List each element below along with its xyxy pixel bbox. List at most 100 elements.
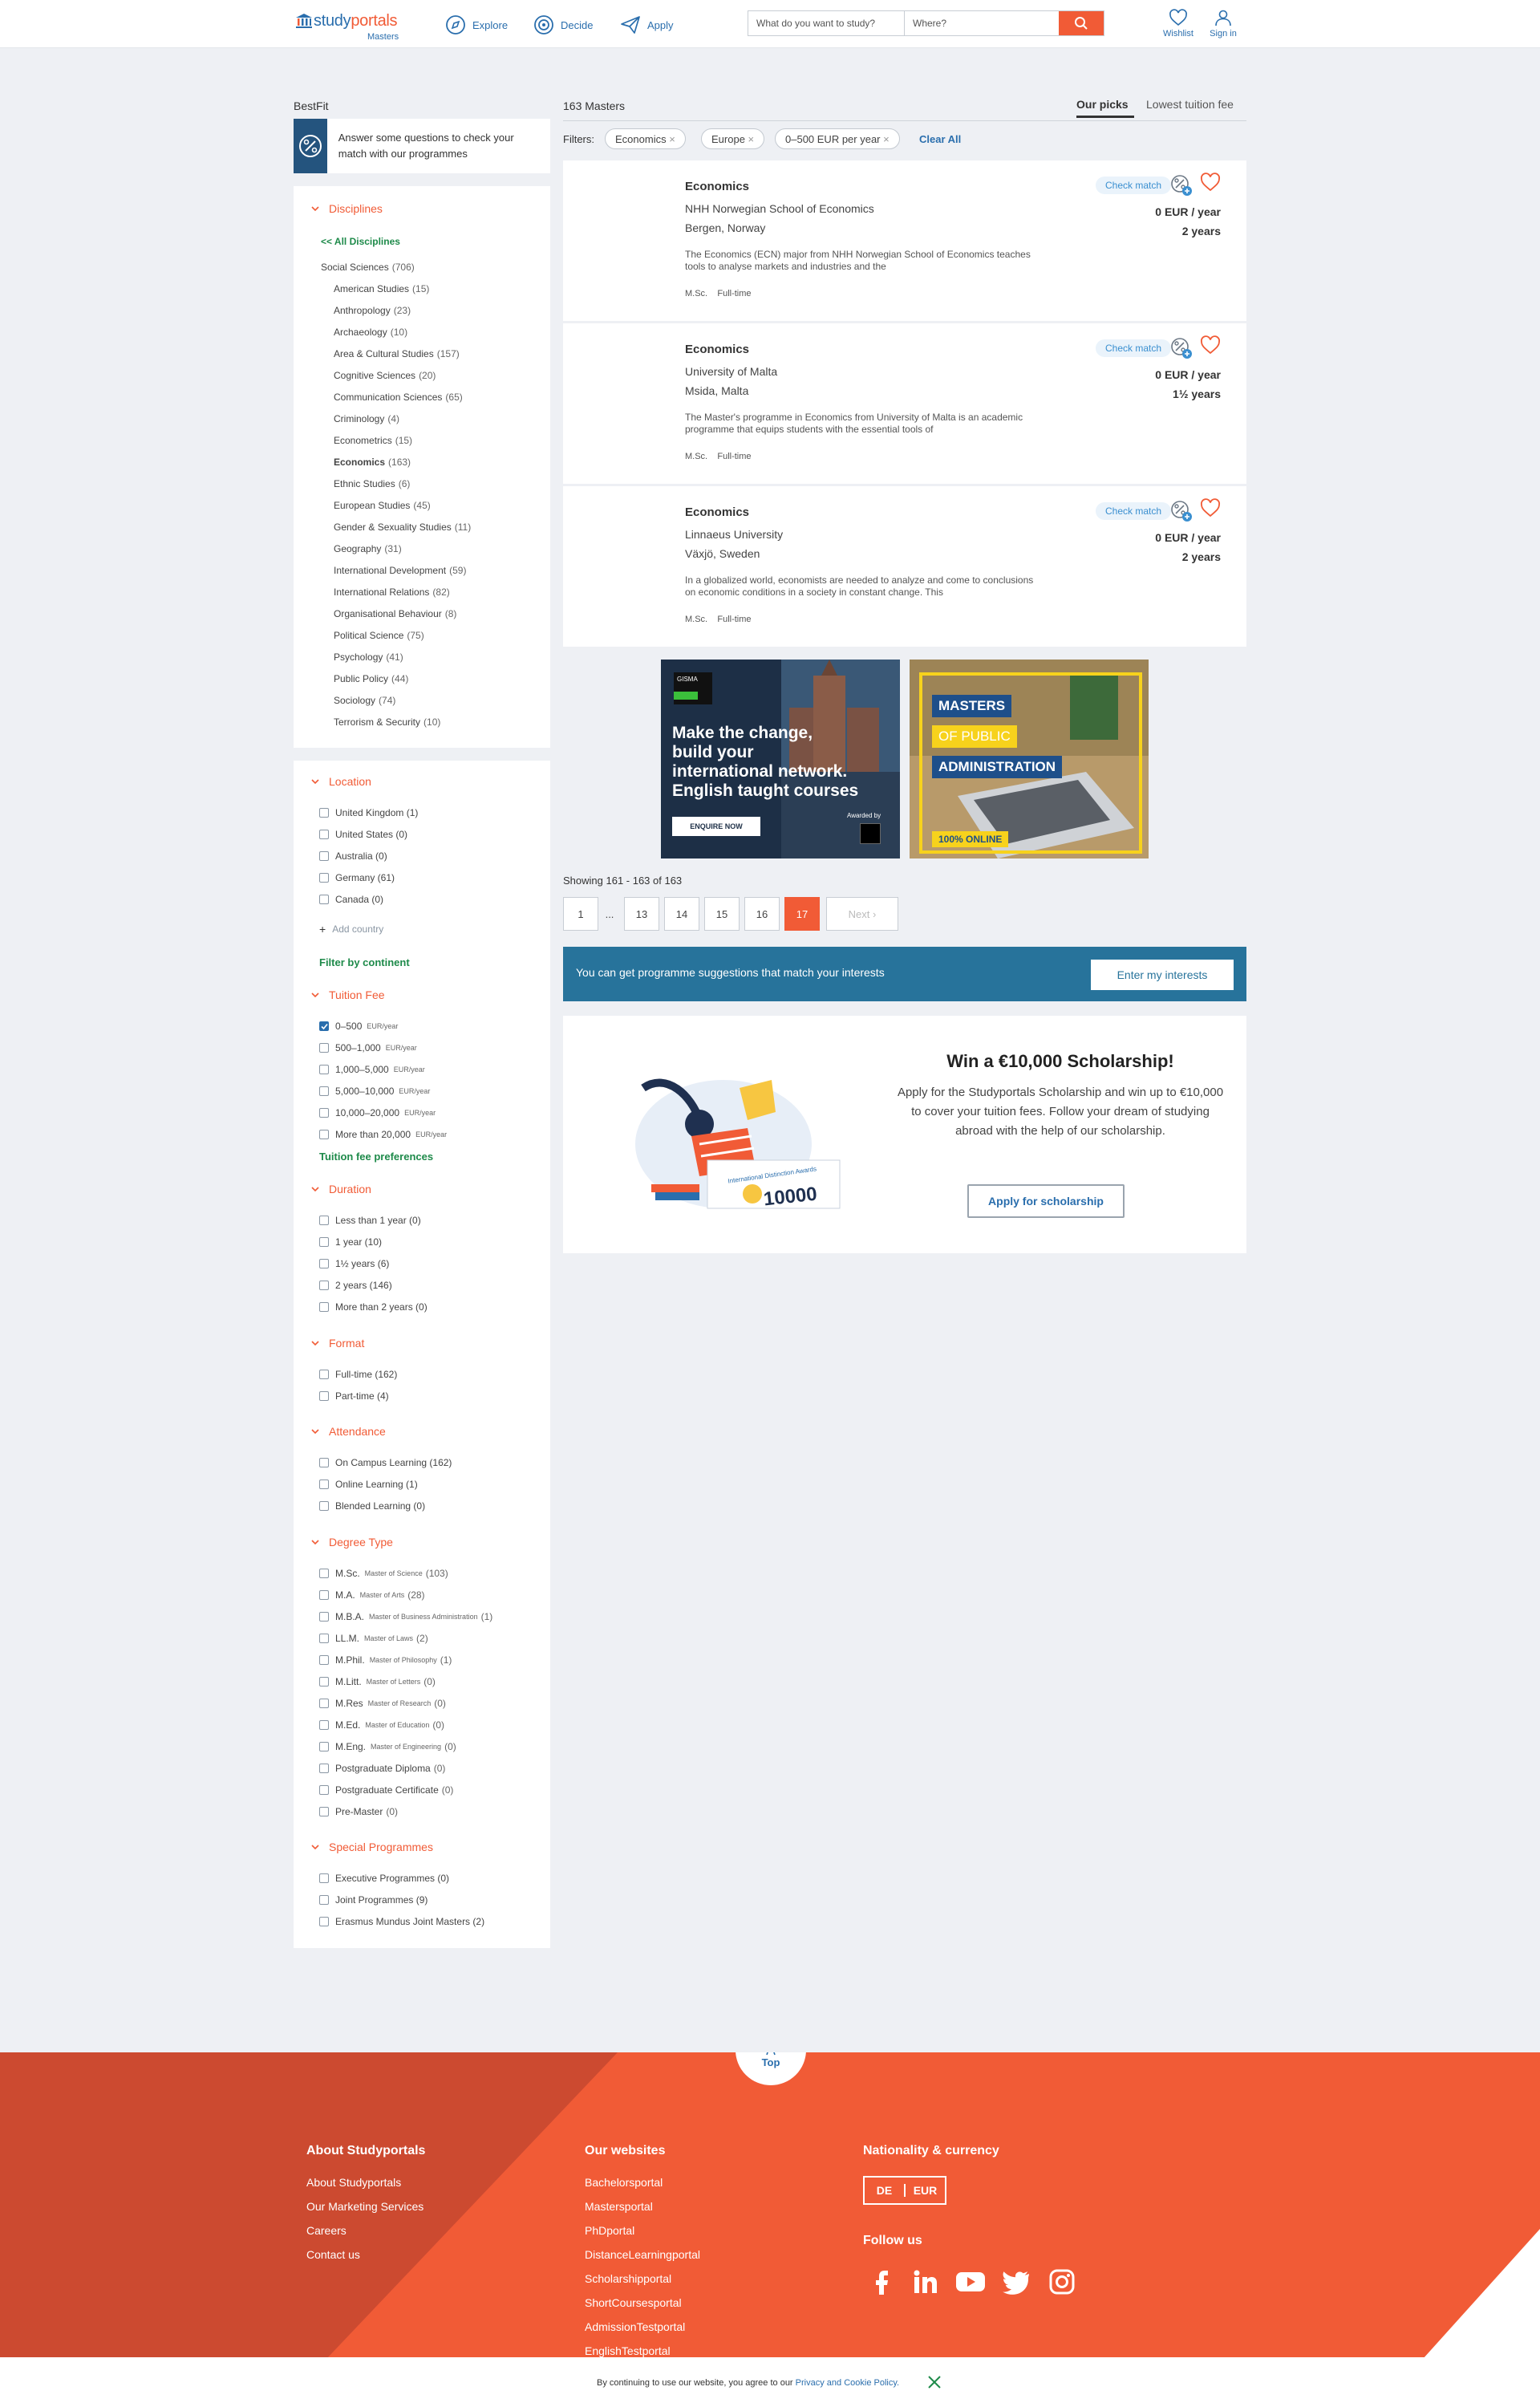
section-toggle[interactable]: Format <box>311 1337 364 1350</box>
footer-link[interactable]: EnglishTestportal <box>585 2344 671 2357</box>
checkbox[interactable] <box>319 1065 329 1074</box>
all-disciplines-link[interactable]: << All Disciplines <box>321 236 400 247</box>
filter-option[interactable]: M.Sc. Master of Science (103) <box>319 1568 448 1579</box>
discipline-item[interactable]: Economics (163) <box>334 457 411 468</box>
footer-link[interactable]: Bachelorsportal <box>585 2176 663 2189</box>
disciplines-toggle[interactable]: Disciplines <box>311 202 383 215</box>
filter-option[interactable]: M.Res Master of Research (0) <box>319 1698 446 1709</box>
discipline-item[interactable]: Ethnic Studies (6) <box>334 478 410 489</box>
filter-option[interactable]: Part-time (4) <box>319 1390 389 1402</box>
filter-chip-economics[interactable]: Economics × <box>605 128 686 149</box>
checkbox[interactable] <box>319 1655 329 1665</box>
heart-icon[interactable] <box>1200 497 1221 518</box>
filter-option[interactable]: United Kingdom (1) <box>319 807 418 818</box>
filter-option[interactable]: 500–1,000 EUR/year <box>319 1042 417 1053</box>
enter-interests-button[interactable]: Enter my interests <box>1091 960 1234 990</box>
checkbox[interactable] <box>319 1873 329 1883</box>
filter-option[interactable]: 0–500 EUR/year <box>319 1021 398 1032</box>
filter-option[interactable]: M.Ed. Master of Education (0) <box>319 1719 444 1731</box>
checkbox[interactable] <box>319 1216 329 1225</box>
discipline-item[interactable]: Criminology (4) <box>334 413 399 424</box>
programme-card[interactable]: Economics NHH Norwegian School of Economi… <box>563 160 1246 321</box>
checkbox[interactable] <box>319 1785 329 1795</box>
ad-enquire-button[interactable]: ENQUIRE NOW <box>672 817 760 836</box>
filter-option[interactable]: M.Litt. Master of Letters (0) <box>319 1676 436 1687</box>
checkbox[interactable] <box>319 830 329 839</box>
close-icon[interactable]: × <box>883 133 890 145</box>
nav-apply[interactable]: Apply <box>620 14 674 35</box>
discipline-item[interactable]: Terrorism & Security (10) <box>334 716 440 728</box>
filter-option[interactable]: Full-time (162) <box>319 1369 397 1380</box>
filter-option[interactable]: M.A. Master of Arts (28) <box>319 1589 425 1601</box>
footer-link[interactable]: PhDportal <box>585 2224 634 2237</box>
filter-option[interactable]: M.Eng. Master of Engineering (0) <box>319 1741 456 1752</box>
filter-option[interactable]: United States (0) <box>319 829 407 840</box>
close-icon[interactable]: × <box>669 133 675 145</box>
footer-link[interactable]: ShortCoursesportal <box>585 2296 682 2309</box>
next-page-button[interactable]: Next › <box>826 897 898 931</box>
add-country-link[interactable]: + Add country <box>319 923 383 936</box>
filter-by-continent-link[interactable]: Filter by continent <box>319 956 410 968</box>
filter-option[interactable]: 5,000–10,000 EUR/year <box>319 1086 430 1097</box>
footer-link[interactable]: About Studyportals <box>306 2176 401 2189</box>
section-toggle[interactable]: Special Programmes <box>311 1841 433 1853</box>
discipline-item[interactable]: Cognitive Sciences (20) <box>334 370 436 381</box>
wishlist-button[interactable]: Wishlist <box>1154 8 1202 39</box>
programme-title[interactable]: Economics <box>685 343 749 356</box>
footer-link[interactable]: Contact us <box>306 2248 360 2261</box>
filter-option[interactable]: Pre-Master (0) <box>319 1806 398 1817</box>
footer-link[interactable]: Careers <box>306 2224 346 2237</box>
checkbox[interactable] <box>319 1237 329 1247</box>
discipline-item[interactable]: Econometrics (15) <box>334 435 412 446</box>
nav-explore[interactable]: Explore <box>445 14 508 35</box>
discipline-item[interactable]: Political Science (75) <box>334 630 424 641</box>
nav-decide[interactable]: Decide <box>533 14 593 35</box>
checkbox[interactable] <box>319 1590 329 1600</box>
filter-option[interactable]: LL.M. Master of Laws (2) <box>319 1633 428 1644</box>
ad-public-admin[interactable]: MASTERS OF PUBLIC ADMINISTRATION 100% ON… <box>910 660 1149 858</box>
discipline-item[interactable]: International Development (59) <box>334 565 466 576</box>
filter-option[interactable]: 1½ years (6) <box>319 1258 389 1269</box>
discipline-parent[interactable]: Social Sciences (706) <box>321 262 415 273</box>
programme-title[interactable]: Economics <box>685 180 749 193</box>
page-13[interactable]: 13 <box>624 897 659 931</box>
nationality-currency-selector[interactable]: DE EUR <box>863 2176 946 2205</box>
section-toggle[interactable]: Degree Type <box>311 1536 393 1549</box>
heart-icon[interactable] <box>1200 172 1221 193</box>
page-16[interactable]: 16 <box>744 897 780 931</box>
discipline-item[interactable]: Anthropology (23) <box>334 305 411 316</box>
footer-link[interactable]: Our Marketing Services <box>306 2200 424 2213</box>
filter-option[interactable]: 10,000–20,000 EUR/year <box>319 1107 436 1118</box>
filter-option[interactable]: Germany (61) <box>319 872 395 883</box>
checkbox[interactable] <box>319 1458 329 1467</box>
checkbox[interactable] <box>319 1086 329 1096</box>
checkbox[interactable] <box>319 1895 329 1905</box>
filter-option[interactable]: Online Learning (1) <box>319 1479 418 1490</box>
filter-option[interactable]: Joint Programmes (9) <box>319 1894 428 1906</box>
checkbox[interactable] <box>319 1917 329 1926</box>
page-1[interactable]: 1 <box>563 897 598 931</box>
checkbox[interactable] <box>319 1281 329 1290</box>
ad-gisma[interactable]: GISMA Make the change, build your intern… <box>661 660 900 858</box>
discipline-item[interactable]: American Studies (15) <box>334 283 429 294</box>
checkbox[interactable] <box>319 1108 329 1118</box>
checkbox[interactable] <box>319 1480 329 1489</box>
footer-link[interactable]: Scholarshipportal <box>585 2272 671 2285</box>
checkbox[interactable] <box>319 1764 329 1773</box>
checkbox[interactable] <box>319 1043 329 1053</box>
programme-card[interactable]: Economics Linnaeus University Växjö, Swede… <box>563 486 1246 647</box>
checkbox[interactable] <box>319 1391 329 1401</box>
discipline-item[interactable]: Gender & Sexuality Studies (11) <box>334 522 471 533</box>
discipline-item[interactable]: Organisational Behaviour (8) <box>334 608 456 619</box>
instagram-icon[interactable] <box>1049 2269 1075 2295</box>
search-where-input[interactable]: Where? <box>905 11 1059 35</box>
filter-option[interactable]: On Campus Learning (162) <box>319 1457 452 1468</box>
discipline-item[interactable]: Archaeology (10) <box>334 327 407 338</box>
heart-icon[interactable] <box>1200 335 1221 355</box>
facebook-icon[interactable] <box>871 2267 894 2295</box>
checkbox[interactable] <box>319 808 329 818</box>
page-14[interactable]: 14 <box>664 897 699 931</box>
discipline-item[interactable]: Psychology (41) <box>334 651 403 663</box>
page-15[interactable]: 15 <box>704 897 740 931</box>
checkbox[interactable] <box>319 1569 329 1578</box>
